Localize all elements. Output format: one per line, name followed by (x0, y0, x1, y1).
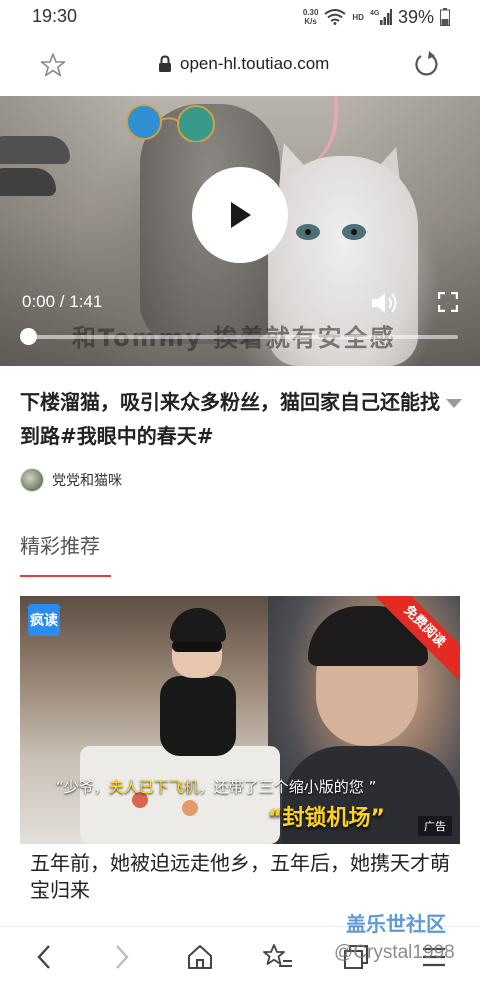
white-cat-eyes (296, 224, 366, 240)
video-player[interactable]: 和Tommy 挨着就有安全感 0:00 / 1:41 (0, 96, 480, 366)
ad-sticker (182, 800, 198, 816)
chevron-left-icon (37, 945, 50, 969)
play-button[interactable] (192, 167, 288, 263)
signal-icon: 4G (370, 8, 392, 26)
ad-logo: 疯读 (28, 604, 60, 636)
reload-icon[interactable] (412, 50, 442, 80)
watermark-brand: 盖乐世社区 (346, 912, 446, 936)
battery-icon (440, 8, 450, 26)
progress-knob[interactable] (20, 328, 37, 345)
star-list-icon (263, 944, 292, 967)
forward-button[interactable] (106, 941, 138, 973)
ad-title[interactable]: 五年前，她被迫远走他乡，五年后，她携天才萌宝归来 (30, 850, 460, 904)
wifi-icon (324, 9, 347, 25)
fullscreen-icon[interactable] (437, 291, 459, 316)
hd-label: HD (352, 12, 364, 22)
address-bar: open-hl.toutiao.com (0, 34, 480, 96)
ad-caption: “少爷，夫人已下飞机，还带了三个缩小版的您 ” (56, 778, 377, 796)
bookmarks-button[interactable] (262, 941, 294, 973)
section-underline (20, 575, 111, 577)
bookmark-star-icon[interactable] (40, 52, 66, 78)
ad-badge: 广告 (418, 816, 452, 836)
lock-icon (158, 55, 172, 73)
battery-text: 39% (397, 6, 434, 27)
home-button[interactable] (184, 941, 216, 973)
url-text: open-hl.toutiao.com (180, 54, 330, 73)
video-time: 0:00 / 1:41 (22, 292, 103, 311)
volume-icon[interactable] (370, 290, 398, 320)
svg-text:4G: 4G (370, 10, 380, 17)
video-shoe (0, 136, 70, 164)
net-speed: 0.30 K/s (302, 8, 319, 26)
back-button[interactable] (28, 941, 60, 973)
author-name[interactable]: 党党和猫咪 (52, 470, 122, 490)
expand-caret-icon[interactable] (446, 399, 462, 408)
ad-kid-body (160, 676, 236, 756)
article-title: 下楼溜猫，吸引来众多粉丝，猫回家自己还能找到路#我眼中的春天# (20, 390, 440, 448)
watermark-user: @Crystal1998 (334, 942, 455, 963)
video-shoe (0, 168, 56, 196)
status-time: 19:30 (32, 6, 78, 26)
cat-sunglasses (126, 104, 215, 142)
status-bar: 19:30 0.30 K/s HD 4G 39% (0, 0, 480, 34)
chevron-right-icon (116, 945, 129, 969)
ad-image[interactable]: 疯读 免费阅读 “少爷，夫人已下飞机，还带了三个缩小版的您 ” “封锁机场” 广… (20, 596, 460, 844)
avatar[interactable] (20, 468, 44, 492)
home-icon (188, 945, 212, 969)
url-field[interactable]: open-hl.toutiao.com (158, 54, 329, 74)
status-icons: 0.30 K/s HD 4G 39% (303, 5, 450, 29)
ad-headline: “封锁机场” (268, 806, 385, 831)
author-row[interactable]: 党党和猫咪 (20, 468, 122, 492)
progress-track[interactable] (28, 335, 458, 339)
play-icon (231, 202, 251, 228)
section-title: 精彩推荐 (20, 534, 100, 558)
